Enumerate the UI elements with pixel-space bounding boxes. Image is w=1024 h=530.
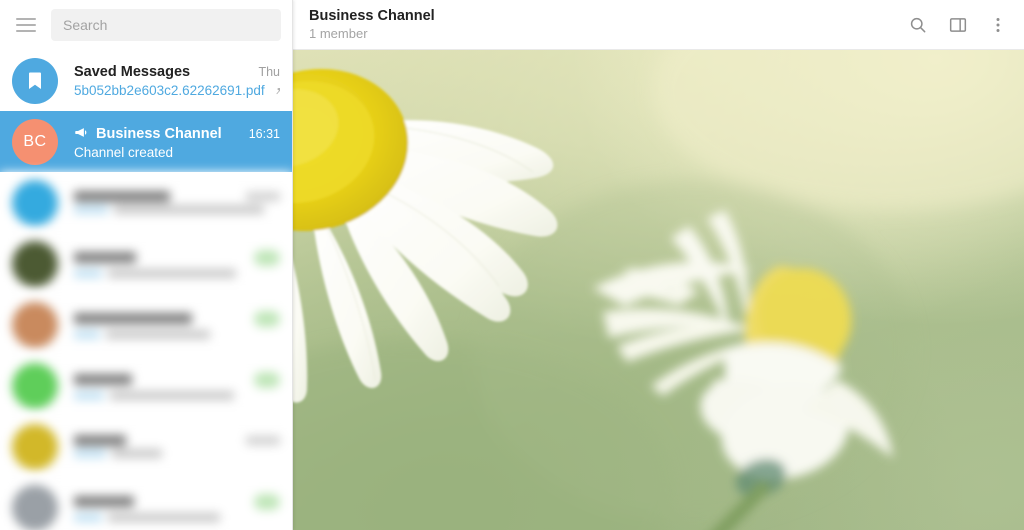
telegram-desktop-window: Saved Messages Thu 5b052bb2e603c2.622626… [0, 0, 1024, 530]
chat-header-subtitle: 1 member [309, 26, 368, 41]
avatar [12, 57, 58, 104]
chat-item-time: 16:31 [248, 127, 280, 141]
chat-header-info[interactable]: Business Channel 1 member [309, 8, 906, 41]
main-panel: Business Channel 1 member [293, 0, 1024, 530]
chat-list-item-business-channel[interactable]: BC Business Channel 16:31 Channel create… [0, 111, 292, 172]
chat-item-body [74, 249, 280, 278]
chat-list-item[interactable] [0, 294, 292, 355]
search-icon[interactable] [906, 13, 930, 37]
chat-item-title: Business Channel [96, 126, 222, 142]
avatar [12, 362, 58, 409]
chat-item-body [74, 191, 280, 214]
chat-item-body [74, 435, 280, 458]
pin-wrap [265, 83, 280, 97]
chat-header-actions [906, 13, 1010, 37]
chat-item-time: Thu [258, 64, 280, 79]
bookmark-icon [29, 72, 41, 89]
chat-list-item[interactable] [0, 172, 292, 233]
daisy-photo-illustration [293, 50, 1024, 530]
chat-item-body: Saved Messages Thu 5b052bb2e603c2.622626… [74, 64, 280, 98]
sidebar-topbar [0, 0, 292, 50]
megaphone-icon [75, 128, 87, 137]
chat-item-body [74, 310, 280, 339]
avatar [12, 179, 58, 226]
avatar [12, 484, 58, 530]
chat-item-body [74, 371, 280, 400]
chat-list-item[interactable] [0, 355, 292, 416]
chat-item-subtitle: Channel created [74, 145, 174, 160]
chat-wallpaper [293, 50, 1024, 530]
chat-list-item[interactable] [0, 233, 292, 294]
chat-list-item[interactable] [0, 416, 292, 477]
chat-item-body [74, 493, 280, 522]
more-vertical-icon[interactable] [986, 13, 1010, 37]
sidebar: Saved Messages Thu 5b052bb2e603c2.622626… [0, 0, 293, 530]
chat-item-subtitle: 5b052bb2e603c2.62262691.pdf [74, 83, 280, 98]
search-input[interactable] [63, 17, 269, 33]
chat-header: Business Channel 1 member [293, 0, 1024, 50]
chat-list[interactable]: Saved Messages Thu 5b052bb2e603c2.622626… [0, 50, 292, 530]
split-panel-icon[interactable] [946, 13, 970, 37]
avatar-initials: BC [23, 132, 47, 150]
chat-item-title: Saved Messages [74, 63, 191, 80]
avatar [12, 423, 58, 470]
chat-item-body: Business Channel 16:31 Channel created [74, 123, 280, 160]
avatar [12, 301, 58, 348]
chat-list-item-saved-messages[interactable]: Saved Messages Thu 5b052bb2e603c2.622626… [0, 50, 292, 111]
pin-icon [276, 84, 280, 95]
avatar [12, 240, 58, 287]
hamburger-menu-icon[interactable] [10, 9, 42, 41]
search-box[interactable] [51, 9, 281, 41]
avatar: BC [12, 118, 58, 165]
chat-item-file-name: 5b052bb2e603c2.62262691.pdf [74, 82, 265, 98]
chat-header-title: Business Channel [309, 8, 435, 24]
chat-list-item[interactable] [0, 477, 292, 530]
